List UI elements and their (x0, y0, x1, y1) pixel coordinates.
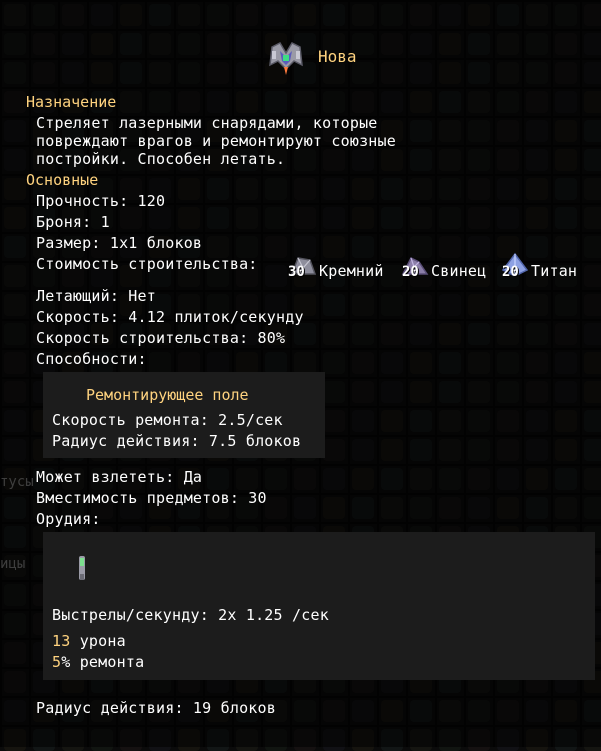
nova-mech-icon (266, 39, 306, 77)
damage-label: урона (70, 632, 126, 650)
purpose-line-2: повреждают врагов и ремонтируют союзные (36, 132, 396, 150)
ability-title: Ремонтирующее поле (86, 386, 249, 404)
abilities-label: Способности: (36, 350, 147, 368)
silicon-amount: 30 (288, 264, 305, 280)
range-stat: Радиус действия: 19 блоков (36, 699, 276, 717)
lead-name: Свинец (431, 262, 487, 280)
purpose-line-1: Стреляет лазерными снарядами, которые (36, 114, 378, 132)
weapon-repair-stat: 5% ремонта (52, 653, 144, 671)
lead-amount: 20 (402, 264, 419, 280)
build-speed-stat: Скорость строительства: 80% (36, 329, 286, 347)
repair-value: 5 (52, 653, 62, 671)
health-stat: Прочность: 120 (36, 192, 166, 210)
armor-stat: Броня: 1 (36, 213, 110, 231)
titanium-amount: 20 (502, 264, 519, 280)
weapon-shots-stat: Выстрелы/секунду: 2x 1.25 /сек (52, 606, 329, 624)
silicon-name: Кремний (319, 262, 384, 280)
repair-label: % ремонта (61, 653, 145, 671)
weapon-damage-stat: 13 урона (52, 632, 126, 650)
ability-radius: Радиус действия: 7.5 блоков (52, 432, 302, 450)
flying-stat: Летающий: Нет (36, 287, 156, 305)
build-cost-label: Стоимость строительства: (36, 255, 258, 273)
background-status-text: тусы (0, 474, 34, 490)
background-units-text: ицы (0, 556, 26, 572)
purpose-header: Назначение (26, 93, 117, 111)
general-header: Основные (26, 171, 99, 189)
titanium-name: Титан (531, 262, 578, 280)
damage-value: 13 (52, 632, 71, 650)
ability-repair-speed: Скорость ремонта: 2.5/сек (52, 411, 283, 429)
weapons-label: Орудия: (36, 510, 101, 528)
unit-name: Нова (318, 47, 357, 66)
speed-stat: Скорость: 4.12 плиток/секунду (36, 308, 304, 326)
heal-laser-weapon-icon (74, 554, 90, 584)
size-stat: Размер: 1x1 блоков (36, 234, 203, 252)
purpose-line-3: постройки. Способен летать. (36, 150, 286, 168)
item-capacity-stat: Вместимость предметов: 30 (36, 489, 267, 507)
can-boost-stat: Может взлететь: Да (36, 468, 203, 486)
